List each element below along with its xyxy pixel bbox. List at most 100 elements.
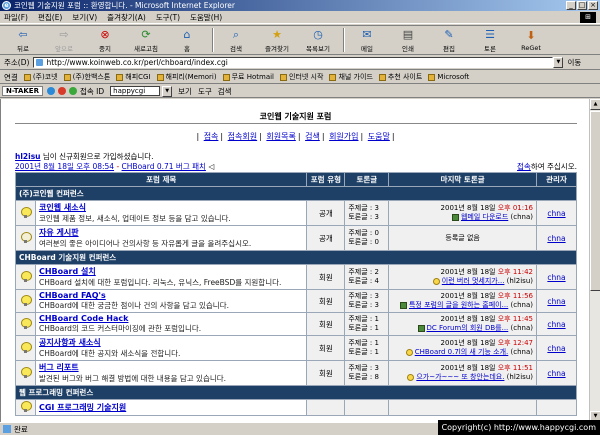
back-button[interactable]: ⇦ 뒤로 [4,28,42,53]
nav-help[interactable]: 도움말 [368,132,390,141]
green-dot-icon[interactable] [68,87,77,95]
id-combobox[interactable]: happycgi [110,86,161,96]
maximize-button[interactable]: □ [577,1,587,10]
link-item[interactable]: 해피CGI [116,72,151,82]
mail-button[interactable]: ✉ 메일 [348,28,386,53]
login-link[interactable]: 접속 [517,162,531,171]
link-item[interactable]: 무료 Hotmail [222,72,274,82]
last-post-author: (chna) [510,324,533,332]
menu-edit[interactable]: 편집(E) [38,12,62,23]
go-button[interactable]: 이동 [567,57,581,68]
forum-description: CHBoard의 코드 커스터마이징에 관한 포럼입니다. [38,324,202,333]
link-item[interactable]: 인터넷 시작 [280,72,323,82]
search-menu[interactable]: 검색 [218,86,232,97]
nav-online-members[interactable]: 접속회원 [228,132,257,141]
lightbulb-icon [20,317,32,329]
last-post-link[interactable]: 이런 버러 멋세지가... [442,277,505,285]
last-post-date: 2001년 8월 18일 오후 12:47 [392,339,533,348]
last-post-link[interactable]: DC Forum의 회원 DB를... [427,324,509,332]
link-item[interactable]: 추천 사이트 [378,72,422,82]
link-item[interactable]: Microsoft [428,73,469,81]
close-button[interactable]: × [588,1,598,10]
address-input[interactable]: http://www.koinweb.co.kr/perl/chboard/in… [33,57,554,68]
last-post-link[interactable]: 특정 포럼의 글을 원하는 홈페이... [409,301,508,309]
menu-favorites[interactable]: 즐겨찾기(A) [107,12,146,23]
last-post-topic: 웹메일 다운로드 (chna) [392,213,533,222]
admin-link[interactable]: chna [547,369,565,378]
menu-file[interactable]: 파일(F) [4,12,28,23]
last-post-link[interactable]: 으가~가~~~ 또 창안는데요. [416,373,504,381]
forward-button[interactable]: ⇨ 앞으로 [45,28,83,53]
link-item[interactable]: (주)한백스톤 [63,72,110,82]
link-item[interactable]: (주)코넷 [23,72,58,82]
forum-title-link[interactable]: 자유 게시판 [39,227,303,238]
minimize-button[interactable]: _ [566,1,576,10]
forum-title-link[interactable]: 공지사항과 새소식 [39,337,303,348]
lightbulb-icon [20,270,32,282]
reget-button[interactable]: ⬇ ReGet [512,29,550,52]
forum-title-link[interactable]: CGI 프로그래밍 기술지원 [39,402,303,413]
category-row: 웹 프로그래밍 컨퍼런스 [15,385,577,400]
admin-link[interactable]: chna [547,273,565,282]
discuss-button[interactable]: ☰ 토론 [471,28,509,53]
link-item[interactable]: 해피리(Memori) [156,72,217,82]
red-dot-icon[interactable] [57,87,66,95]
last-post-link[interactable]: 웹메일 다운로드 [461,213,508,221]
admin-link[interactable]: chna [547,209,565,218]
forum-title-link[interactable]: 코인웹 새소식 [39,202,303,213]
view-menu[interactable]: 보기 [178,86,192,97]
forum-table-body: (주)코인웹 컨퍼런스 코인웹 새소식 코인웹 제품 정보, 새소식, 업데이트 정… [15,186,577,416]
forum-status-cell [15,200,36,226]
refresh-button[interactable]: ⟳ 새로고침 [127,28,165,53]
admin-link[interactable]: chna [547,320,565,329]
scroll-thumb[interactable] [590,111,600,291]
admin-cell: chna [536,335,577,361]
category-row: (주)코인웹 컨퍼런스 [15,186,577,201]
forum-title-link[interactable]: CHBoard 설치 [39,266,303,277]
admin-link[interactable]: chna [547,344,565,353]
id-dropdown-button[interactable]: ▼ [162,85,173,97]
last-post-day: 2001년 8월 18일 [440,268,498,276]
search-button[interactable]: ⌕ 검색 [217,28,255,53]
nav-login[interactable]: 접속 [204,132,219,141]
latest-post-link[interactable]: CHBoard 0.71 버그 패치 [122,162,206,171]
ntaker-logo[interactable]: N-TAKER [2,86,43,96]
history-button[interactable]: ◷ 목록보기 [299,28,337,53]
menu-tools[interactable]: 도구(T) [156,12,180,23]
print-button[interactable]: ▤ 인쇄 [389,28,427,53]
nav-register[interactable]: 회원가입 [329,132,358,141]
admin-link[interactable]: chna [547,234,565,243]
forum-status-cell [15,335,36,361]
nav-search[interactable]: 검색 [305,132,320,141]
forum-cell: CHBoard FAQ's CHBoard에 대한 궁금한 점이나 건의 사항을 … [34,289,308,313]
forum-title-link[interactable]: CHBoard Code Hack [39,314,303,323]
favorites-button[interactable]: ★ 즐겨찾기 [258,28,296,53]
last-post-day: 2001년 8월 18일 [440,364,498,372]
home-button[interactable]: ⌂ 홈 [168,28,206,53]
last-post-link[interactable]: CHBoard 0.7l의 새 기능 소개. [415,348,509,356]
last-post-author: (chna) [510,348,533,356]
last-post-cell: 등록글 없음 [388,225,537,251]
forum-row: CHBoard 설치 CHBoard 설치에 대한 포럼입니다. 리눅스, 유닉스… [15,264,577,290]
edit-button[interactable]: ✎ 편집 [430,28,468,53]
latest-post-date[interactable]: 2001년 8월 18일 오후 08:54 [15,162,114,171]
tools-menu[interactable]: 도구 [198,86,212,97]
back-arrow-icon: ⇦ [18,27,28,41]
forum-title-link[interactable]: CHBoard FAQ's [39,291,303,300]
toolbar-separator [343,28,345,52]
blue-dot-icon[interactable] [46,87,55,95]
nav-member-list[interactable]: 회원목록 [266,132,295,141]
vertical-scrollbar[interactable]: ▲ ▼ [589,99,600,422]
header-type: 포럼 유형 [306,172,346,187]
admin-link[interactable]: chna [547,297,565,306]
link-item[interactable]: 채널 가이드 [329,72,373,82]
menu-help[interactable]: 도움말(H) [190,12,222,23]
forum-counts: 주제글 : 0 토론글 : 0 [344,225,390,251]
address-dropdown-button[interactable]: ▼ [553,57,564,68]
forum-counts [344,399,390,416]
stop-button[interactable]: ⊗ 중지 [86,28,124,53]
menu-view[interactable]: 보기(V) [72,12,97,23]
new-member-link[interactable]: hl2isu [15,152,41,161]
forum-title-link[interactable]: 버그 리포트 [39,362,303,373]
scroll-up-button[interactable]: ▲ [590,99,600,110]
